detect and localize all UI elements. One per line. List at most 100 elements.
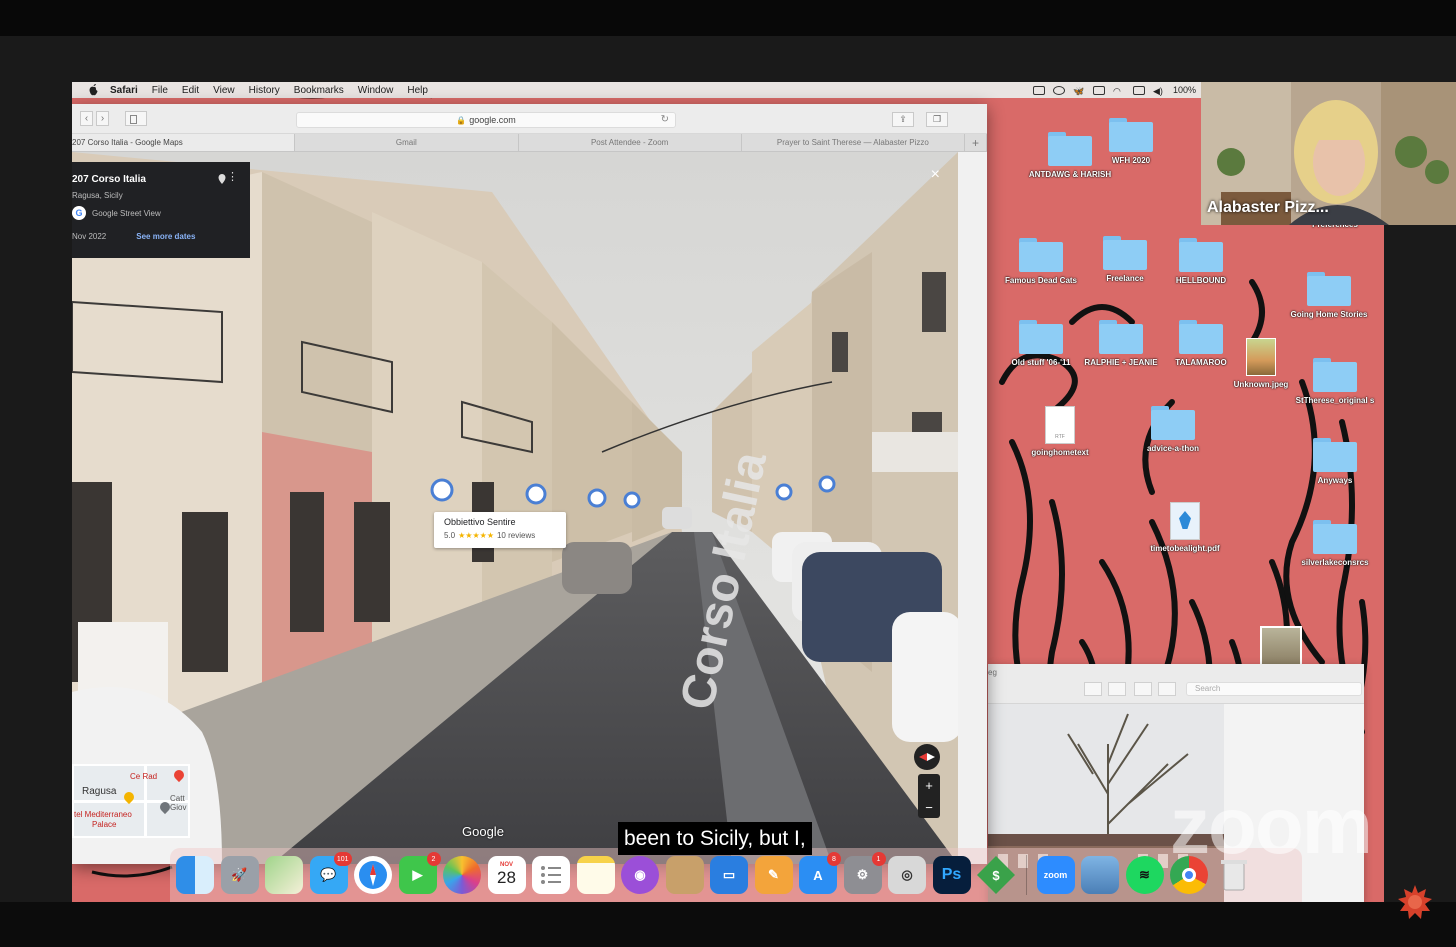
preview-filename: eg (988, 668, 997, 677)
photoshop-icon[interactable]: Ps (932, 856, 971, 894)
poi-label-card[interactable]: Obbiettivo Sentire 5.0 ★★★★★ 10 reviews (434, 512, 566, 548)
menu-window[interactable]: Window (358, 85, 394, 96)
finder-icon[interactable] (176, 856, 214, 894)
star-rating-icon: ★★★★★ (458, 531, 494, 540)
apple-icon[interactable] (86, 84, 102, 96)
airplay-icon[interactable] (1092, 85, 1105, 95)
zoom-in-button[interactable]: + (925, 778, 933, 793)
reminders-icon[interactable] (532, 856, 570, 894)
date-row: Nov 2022 See more dates (72, 232, 250, 241)
street-view-provider: G Google Street View (72, 206, 250, 220)
participant-video[interactable]: Alabaster Pizz... (1201, 82, 1456, 225)
reload-icon[interactable]: ↻ (661, 114, 669, 125)
folder-icon (1307, 272, 1351, 306)
screenshot-icon[interactable]: ◎ (888, 856, 926, 894)
menu-edit[interactable]: Edit (182, 85, 199, 96)
preview-search-input[interactable]: Search (1186, 682, 1362, 696)
safari-toolbar: ‹ › 🔒 google.com ↻ ⇪ ❐ (72, 104, 987, 134)
tab-prayer[interactable]: Prayer to Saint Therese — Alabaster Pizz… (742, 134, 965, 151)
calendar-icon[interactable]: NOV 28 (487, 856, 526, 894)
menu-bookmarks[interactable]: Bookmarks (294, 85, 344, 96)
preview-app-icon[interactable] (1081, 856, 1119, 894)
messages-icon[interactable]: 💬 101 (309, 852, 352, 894)
menu-help[interactable]: Help (407, 85, 428, 96)
flag-icon[interactable] (1132, 85, 1145, 95)
spotify-icon[interactable]: ≋ (1125, 856, 1164, 894)
menu-safari[interactable]: Safari (110, 85, 138, 96)
photos-icon[interactable] (443, 856, 481, 894)
desktop-folder-wfh[interactable]: WFH 2020 (1086, 118, 1176, 166)
sidebar-toggle-button[interactable] (125, 111, 147, 126)
menu-history[interactable]: History (249, 85, 280, 96)
menu-file[interactable]: File (152, 85, 168, 96)
preview-toolbar: eg Search (988, 664, 1364, 704)
more-options-icon[interactable]: ⋮ (227, 172, 238, 183)
keynote-icon[interactable]: ▭ (710, 856, 748, 894)
see-more-dates-link[interactable]: See more dates (136, 232, 195, 241)
pages-icon[interactable]: ✎ (754, 856, 793, 894)
folder-icon (1019, 238, 1063, 272)
system-preferences-icon[interactable]: ⚙ 1 (843, 852, 886, 894)
butterfly-icon[interactable]: 🦋 (1073, 86, 1085, 96)
screen-share-icon[interactable] (1032, 85, 1045, 95)
launchpad-icon[interactable]: 🚀 (220, 856, 259, 894)
desktop-folder-ralphie-jeanie[interactable]: RALPHIE + JEANIE (1076, 320, 1166, 368)
tab-gmail[interactable]: Gmail (295, 134, 519, 151)
forward-button[interactable]: › (96, 111, 109, 126)
desktop-folder-old-stuff[interactable]: Old stuff '06-'11 (996, 320, 1086, 368)
maps-icon[interactable] (265, 856, 303, 894)
folder-icon (1099, 320, 1143, 354)
notefile-icon[interactable] (665, 856, 704, 894)
annotate-button[interactable] (1134, 682, 1152, 696)
desktop-folder-going-home-stories[interactable]: Going Home Stories (1284, 272, 1374, 320)
wifi-icon[interactable]: ◠ (1113, 86, 1125, 96)
safari-icon[interactable] (354, 856, 392, 894)
mini-map[interactable]: Ragusa Ce Rad tel Mediterraneo Palace Ca… (72, 764, 190, 838)
notes-icon[interactable] (576, 856, 615, 894)
desktop-folder-silverlakeconsrcs[interactable]: silverlakeconsrcs (1290, 520, 1380, 568)
poi-rating: 5.0 (444, 531, 456, 540)
desktop-folder-sttherese[interactable]: StTherese_original s (1290, 358, 1380, 406)
desktop-folder-anyways[interactable]: Anyways (1290, 438, 1380, 486)
battery-percent[interactable]: 100% (1173, 85, 1196, 95)
tab-zoom[interactable]: Post Attendee - Zoom (519, 134, 742, 151)
tabs-overview-icon[interactable]: ❐ (926, 112, 948, 127)
google-watermark: Google (462, 824, 504, 839)
creative-cloud-icon[interactable] (1052, 85, 1065, 95)
street-view-panorama[interactable]: Corso Italia 207 Corso Italia Ragusa, Si… (72, 152, 958, 864)
zoom-control: + − (918, 774, 940, 818)
address-bar[interactable]: 🔒 google.com ↻ (296, 112, 676, 128)
desktop-file-goinghometext[interactable]: RTF goinghometext (1015, 406, 1105, 458)
desktop-folder-hellbound[interactable]: HELLBOUND (1156, 238, 1246, 286)
markup-button[interactable] (1084, 682, 1102, 696)
folder-icon (1313, 520, 1357, 554)
dock-separator (1025, 855, 1027, 895)
compass-icon[interactable] (914, 744, 940, 770)
app-store-icon[interactable]: A8 (799, 852, 841, 894)
new-tab-button[interactable]: + (965, 134, 987, 151)
podcasts-icon[interactable]: ◉ (621, 856, 659, 894)
live-caption: been to Sicily, but I, (618, 822, 812, 855)
folder-icon (1179, 238, 1223, 272)
desktop-file-timetobealight-pdf[interactable]: timetobealight.pdf (1140, 502, 1230, 554)
volume-icon[interactable]: ◀) (1153, 86, 1165, 96)
zoom-out-button[interactable]: − (925, 800, 933, 815)
money-app-icon[interactable]: $ (977, 856, 1015, 894)
desktop-folder-advice-a-thon[interactable]: advice-a-thon (1128, 406, 1218, 454)
pdf-document-icon (1170, 502, 1200, 540)
location-pin-icon[interactable] (218, 174, 226, 184)
zoom-meeting-view: Safari File Edit View History Bookmarks … (0, 0, 1456, 947)
share-button[interactable] (1108, 682, 1126, 696)
back-button[interactable]: ‹ (80, 111, 93, 126)
tab-google-maps[interactable]: 207 Corso Italia - Google Maps (72, 134, 296, 151)
share-icon[interactable]: ⇪ (892, 112, 914, 127)
close-street-view-button[interactable]: × (931, 166, 940, 184)
desktop-folder-famous-dead-cats[interactable]: Famous Dead Cats (996, 238, 1086, 286)
facetime-icon[interactable]: ▶ 2 (398, 852, 441, 894)
desktop-image-thumbnail[interactable] (1260, 626, 1302, 666)
zoom-top-bar (0, 0, 1456, 36)
markup-circle-button[interactable] (1158, 682, 1176, 696)
menu-view[interactable]: View (213, 85, 235, 96)
zoom-app-icon[interactable]: zoom (1036, 856, 1075, 894)
zoom-bottom-bar (0, 902, 1456, 947)
